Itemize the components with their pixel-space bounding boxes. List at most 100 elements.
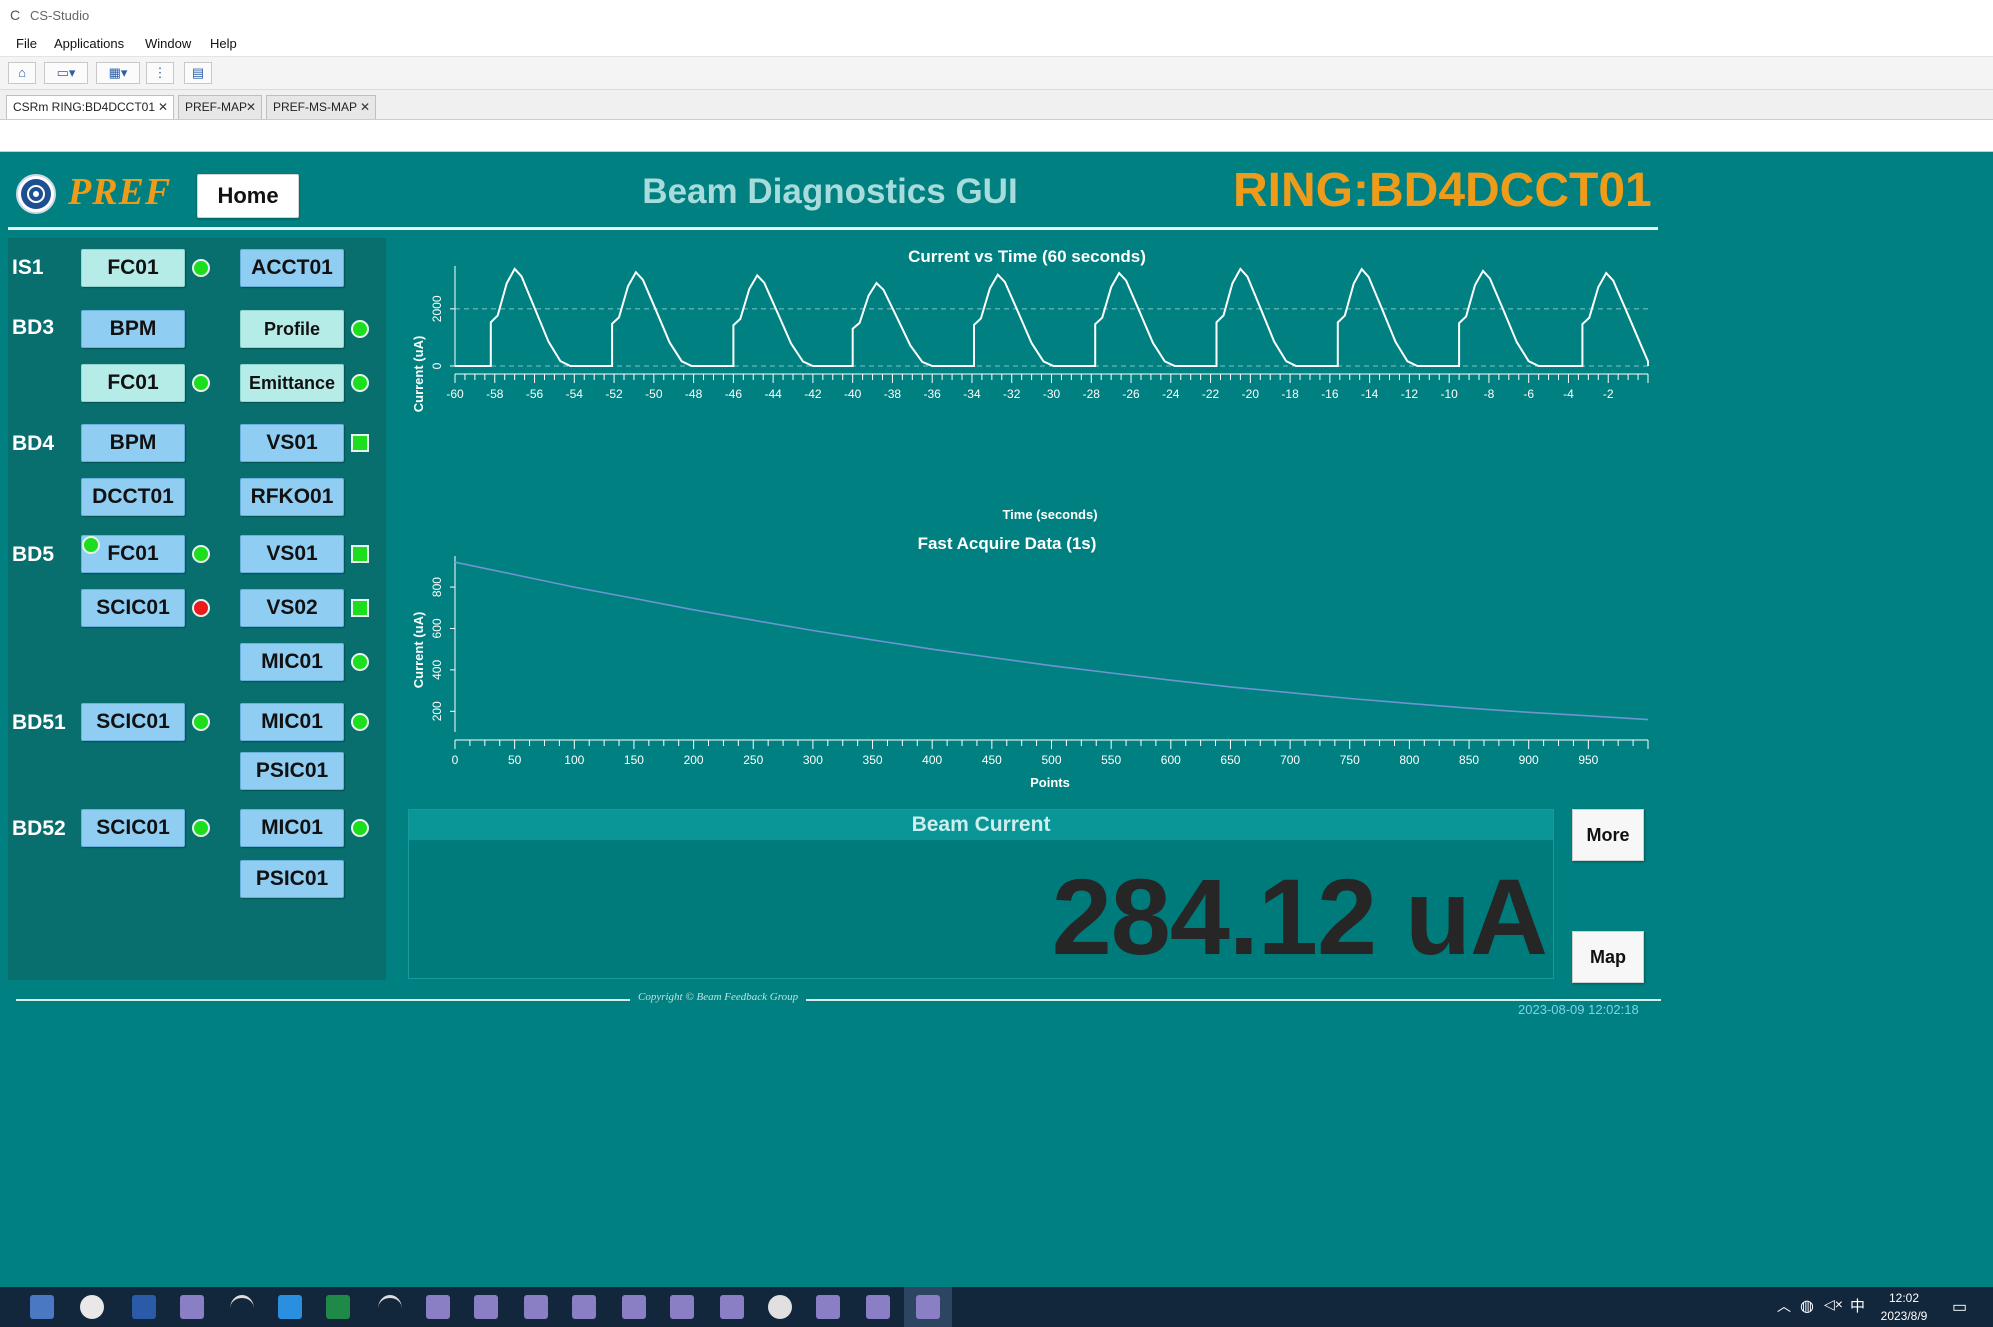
cs-studio-app-icon[interactable] bbox=[180, 1295, 204, 1319]
bd4-dcct01-button[interactable]: DCCT01 bbox=[81, 478, 185, 516]
x-tick-label: -26 bbox=[1122, 387, 1140, 401]
bd5-vs02-button[interactable]: VS02 bbox=[240, 589, 344, 627]
x-tick-label: -42 bbox=[804, 387, 822, 401]
tab-pref-map[interactable]: PREF-MAP ✕ bbox=[178, 95, 262, 119]
more-button[interactable]: More bbox=[1572, 809, 1644, 861]
clock-time[interactable]: 12:02 bbox=[1876, 1291, 1932, 1305]
menu-file[interactable]: File bbox=[16, 36, 37, 51]
window-title: CS-Studio bbox=[30, 8, 90, 23]
cloud-app-icon[interactable] bbox=[768, 1295, 792, 1319]
x-tick-label: -2 bbox=[1603, 387, 1614, 401]
computer-icon[interactable] bbox=[30, 1295, 54, 1319]
home-button[interactable]: Home bbox=[197, 174, 299, 218]
bd3-emittance-button[interactable]: Emittance bbox=[240, 364, 344, 402]
x-tick-label: -50 bbox=[645, 387, 663, 401]
menu-applications[interactable]: Applications bbox=[54, 36, 124, 51]
cs-studio-app-icon[interactable] bbox=[572, 1295, 596, 1319]
x-tick-label: -8 bbox=[1484, 387, 1495, 401]
chart2-series-fast-acquire bbox=[454, 561, 1649, 721]
volume-muted-icon[interactable]: ◁× bbox=[1824, 1296, 1843, 1313]
timestamp: 2023-08-09 12:02:18 bbox=[1518, 1002, 1639, 1017]
bd3-fc01-button[interactable]: FC01 bbox=[81, 364, 185, 402]
is1-fc01-button[interactable]: FC01 bbox=[81, 249, 185, 287]
bd5-vs01-button[interactable]: VS01 bbox=[240, 535, 344, 573]
bd5-mic01-button[interactable]: MIC01 bbox=[240, 643, 344, 681]
close-icon[interactable]: ✕ bbox=[158, 96, 168, 118]
bd4-rfko01-button[interactable]: RFKO01 bbox=[240, 478, 344, 516]
chart1-x-axis-label: Time (seconds) bbox=[1002, 507, 1097, 522]
x-tick-label: -38 bbox=[884, 387, 902, 401]
powershell-icon[interactable] bbox=[132, 1295, 156, 1319]
bd3-profile-button[interactable]: Profile bbox=[240, 310, 344, 348]
cs-studio-app-icon[interactable] bbox=[474, 1295, 498, 1319]
bd52-mic01-button[interactable]: MIC01 bbox=[240, 809, 344, 847]
tray-expand-icon[interactable]: ︿ bbox=[1777, 1296, 1791, 1316]
bd5-vs01-status-led bbox=[351, 545, 369, 563]
notification-icon[interactable]: ▭ bbox=[1952, 1297, 1967, 1317]
x-tick-label: -20 bbox=[1242, 387, 1260, 401]
section-is1: IS1 bbox=[12, 256, 44, 279]
new-file-icon[interactable]: ▤ bbox=[184, 62, 212, 84]
x-tick-label: 850 bbox=[1459, 753, 1479, 767]
map-button[interactable]: Map bbox=[1572, 931, 1644, 983]
x-tick-label: -30 bbox=[1043, 387, 1061, 401]
cs-studio-app-icon[interactable] bbox=[670, 1295, 694, 1319]
bd52-scic01-button[interactable]: SCIC01 bbox=[81, 809, 185, 847]
tab-pref-ms-map[interactable]: PREF-MS-MAP ✕ bbox=[266, 95, 376, 119]
x-tick-label: 100 bbox=[564, 753, 584, 767]
bd51-scic01-button[interactable]: SCIC01 bbox=[81, 703, 185, 741]
is1-acct01-button[interactable]: ACCT01 bbox=[240, 249, 344, 287]
cs-studio-app-icon[interactable] bbox=[524, 1295, 548, 1319]
x-tick-label: 750 bbox=[1340, 753, 1360, 767]
chart2-x-axis-label: Points bbox=[1030, 775, 1070, 790]
bd4-vs01-button[interactable]: VS01 bbox=[240, 424, 344, 462]
cs-studio-app-icon[interactable] bbox=[816, 1295, 840, 1319]
close-icon[interactable]: ✕ bbox=[360, 96, 370, 118]
x-tick-label: -52 bbox=[605, 387, 623, 401]
bd3-bpm-button[interactable]: BPM bbox=[81, 310, 185, 348]
clock-date[interactable]: 2023/8/9 bbox=[1870, 1309, 1938, 1323]
x-tick-label: 0 bbox=[452, 753, 459, 767]
menu-window[interactable]: Window bbox=[145, 36, 191, 51]
menu-help[interactable]: Help bbox=[210, 36, 237, 51]
bd5-scic01-button[interactable]: SCIC01 bbox=[81, 589, 185, 627]
tree-icon[interactable]: ⋮ bbox=[146, 62, 174, 84]
input-method-indicator[interactable]: 中 bbox=[1850, 1295, 1865, 1316]
tab-ring-bd4dcct01[interactable]: CSRm RING:BD4DCCT01 ✕ bbox=[6, 95, 174, 119]
bd51-psic01-button[interactable]: PSIC01 bbox=[240, 752, 344, 790]
section-bd51: BD51 bbox=[12, 711, 66, 734]
cs-studio-app-icon[interactable] bbox=[916, 1295, 940, 1319]
chart2-axes bbox=[454, 556, 1648, 741]
bd52-psic01-button[interactable]: PSIC01 bbox=[240, 860, 344, 898]
x-tick-label: 800 bbox=[1399, 753, 1419, 767]
loading-icon[interactable] bbox=[230, 1295, 254, 1322]
display-toolbar bbox=[0, 120, 1993, 152]
bd5-mic01-status-led bbox=[351, 653, 369, 671]
cs-studio-app-icon[interactable] bbox=[720, 1295, 744, 1319]
excel-icon[interactable] bbox=[326, 1295, 350, 1319]
x-tick-label: -36 bbox=[924, 387, 942, 401]
bd52-scic01-status-led bbox=[192, 819, 210, 837]
cs-studio-app-icon[interactable] bbox=[866, 1295, 890, 1319]
x-tick-label: -54 bbox=[566, 387, 584, 401]
cs-studio-icon: C bbox=[10, 7, 21, 23]
cs-studio-app-icon[interactable] bbox=[426, 1295, 450, 1319]
bd3-profile-status-led bbox=[351, 320, 369, 338]
x-tick-label: 600 bbox=[1161, 753, 1181, 767]
photos-icon[interactable] bbox=[80, 1295, 104, 1319]
cs-studio-app-icon[interactable] bbox=[622, 1295, 646, 1319]
layout-icon[interactable]: ▦▾ bbox=[96, 62, 140, 84]
chart1-axes bbox=[454, 266, 1648, 375]
bd51-mic01-button[interactable]: MIC01 bbox=[240, 703, 344, 741]
home-icon[interactable]: ⌂ bbox=[8, 62, 36, 84]
beam-current-value: 284.12 uA bbox=[1051, 856, 1548, 977]
network-icon[interactable]: ◍ bbox=[1800, 1296, 1814, 1316]
copyright-text: Copyright © Beam Feedback Group bbox=[630, 991, 807, 1003]
loading-icon[interactable] bbox=[378, 1295, 402, 1322]
open-folder-icon[interactable]: ▭▾ bbox=[44, 62, 88, 84]
close-icon[interactable]: ✕ bbox=[246, 96, 256, 118]
bd5-vs02-status-led bbox=[351, 599, 369, 617]
bd4-bpm-button[interactable]: BPM bbox=[81, 424, 185, 462]
vscode-icon[interactable] bbox=[278, 1295, 302, 1319]
brand-logo: PREF bbox=[68, 171, 172, 213]
